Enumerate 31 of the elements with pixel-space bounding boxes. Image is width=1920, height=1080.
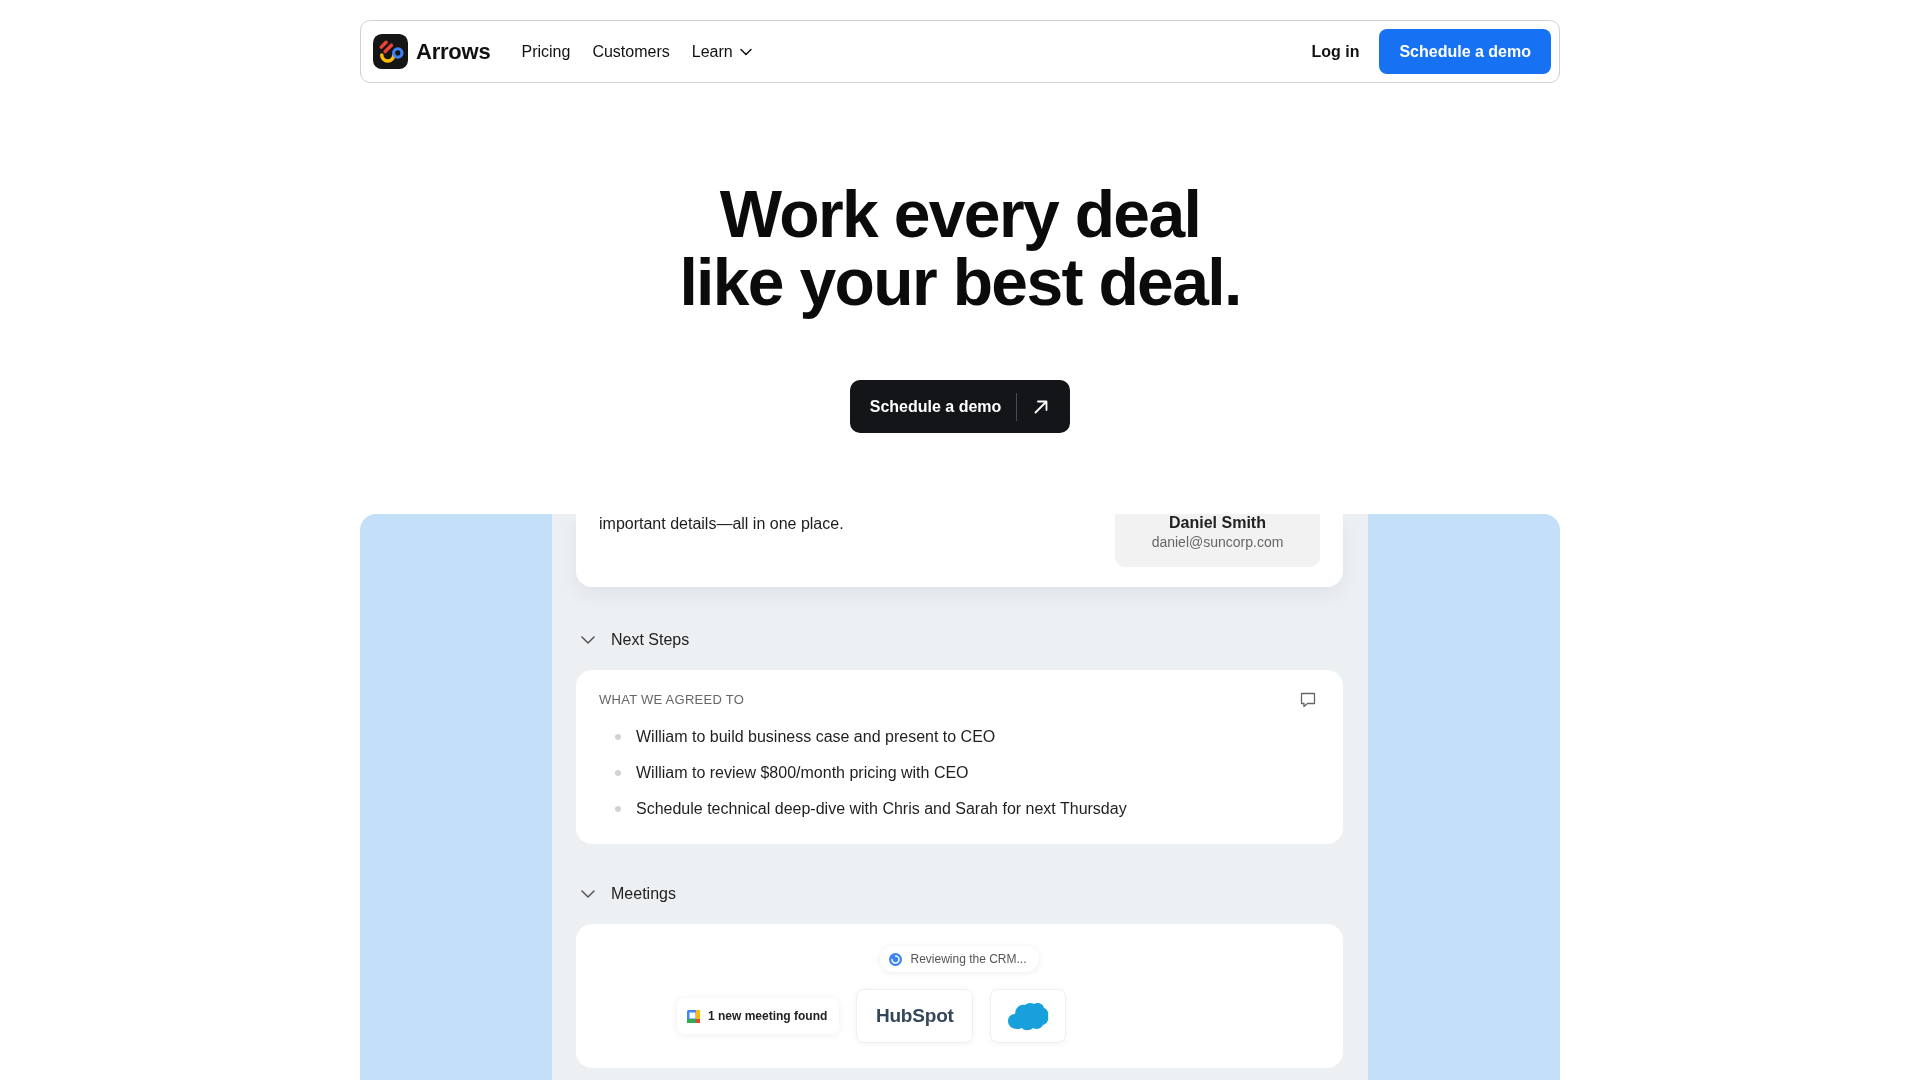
nav-dropdown[interactable]: Learn: [691, 39, 752, 64]
spinner-icon: [889, 952, 903, 966]
comment-icon[interactable]: [1300, 692, 1316, 708]
caret-icon: [739, 47, 752, 56]
chevron-down-icon[interactable]: [581, 636, 595, 644]
summary-text: important details—all in one place.: [599, 514, 844, 534]
section-title[interactable]: Next Steps: [611, 628, 690, 652]
arrow-up-right-icon: [1034, 399, 1049, 414]
bullet-dot-icon: [615, 770, 621, 776]
crm-wordmark: HubSpot: [875, 1003, 954, 1028]
action-item: William to review $800/month pricing with CEO: [636, 763, 969, 783]
login-link[interactable]: Log in: [1311, 39, 1360, 64]
cloud-logo-icon: [1007, 1001, 1050, 1031]
status-text: Reviewing the CRM...: [910, 951, 1027, 968]
schedule-demo-button[interactable]: Schedule a demo: [1379, 29, 1551, 74]
section-label: WHAT WE AGREED TO: [599, 692, 745, 708]
chevron-down-icon[interactable]: [581, 890, 595, 898]
action-item: Schedule technical deep-dive with Chris and Sarah for next Thursday: [636, 799, 1127, 819]
meeting-found-text: 1 new meeting found: [708, 1008, 828, 1025]
calendar-icon: [687, 1009, 700, 1023]
bullet-dot-icon: [615, 734, 621, 740]
section-title[interactable]: Meetings: [611, 882, 676, 906]
contact-email: daniel@suncorp.com: [1150, 533, 1285, 552]
nav-link[interactable]: Pricing: [521, 39, 571, 64]
brand-logo-icon[interactable]: [373, 34, 408, 69]
contact-name: Daniel Smith: [1168, 514, 1267, 532]
bullet-dot-icon: [615, 806, 621, 812]
schedule-demo-button[interactable]: Schedule a demo: [849, 380, 1071, 433]
action-item: William to build business case and present to CEO: [636, 727, 996, 747]
nav-link[interactable]: Customers: [592, 39, 670, 64]
brand-name[interactable]: Arrows: [416, 35, 491, 68]
